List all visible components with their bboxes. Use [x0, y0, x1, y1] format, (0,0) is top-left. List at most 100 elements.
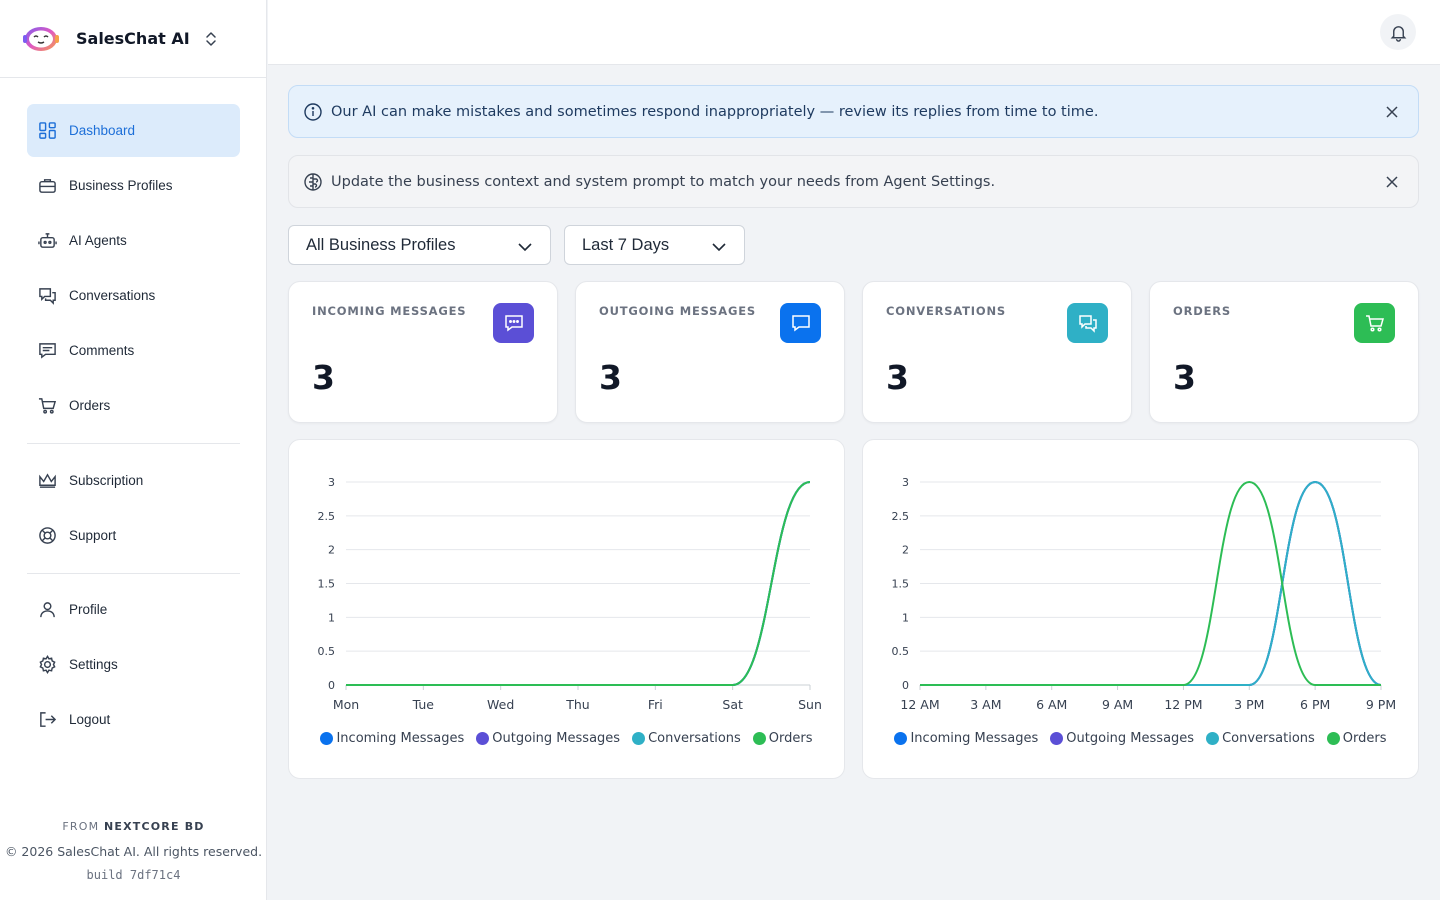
- sidebar-item-orders[interactable]: Orders: [27, 379, 240, 432]
- x-tick-label: Tue: [412, 697, 435, 712]
- x-tick-label: Mon: [333, 697, 359, 712]
- lifebuoy-icon: [39, 527, 56, 544]
- close-icon[interactable]: [1384, 104, 1400, 120]
- logout-icon: [40, 712, 57, 727]
- legend-label: Conversations: [648, 731, 741, 746]
- business-profile-select[interactable]: All Business Profiles: [288, 225, 551, 265]
- x-tick-label: Wed: [487, 697, 514, 712]
- stat-card-outgoing: OUTGOING MESSAGES 3: [575, 281, 845, 423]
- x-tick-label: 6 AM: [1036, 697, 1067, 712]
- y-tick-label: 0.5: [318, 645, 336, 658]
- sidebar: SalesChat AI Dashboard Business Profiles…: [0, 0, 267, 900]
- sidebar-item-business-profiles[interactable]: Business Profiles: [27, 159, 240, 212]
- legend-label: Orders: [1342, 731, 1387, 746]
- message-dots-icon: [504, 315, 523, 332]
- legend-item[interactable]: Conversations: [1206, 731, 1315, 746]
- legend-item[interactable]: Outgoing Messages: [476, 731, 620, 746]
- legend-item[interactable]: Conversations: [632, 731, 741, 746]
- legend-item[interactable]: Outgoing Messages: [1050, 731, 1194, 746]
- brand-name: SalesChat AI: [76, 29, 190, 48]
- legend-swatch: [894, 732, 908, 745]
- x-tick-label: Fri: [648, 697, 663, 712]
- briefcase-icon: [39, 179, 56, 193]
- ai-warning-alert: Our AI can make mistakes and sometimes r…: [288, 85, 1419, 138]
- build-id: build 7df71c4: [86, 868, 181, 882]
- y-tick-label: 2: [902, 544, 909, 557]
- stat-card-incoming: INCOMING MESSAGES 3: [288, 281, 558, 423]
- weekly-line-chart: 0 0.5 1 1.5 2 2.5 3 Mon Tue Wed Thu Fri Sat Sun: [318, 476, 822, 712]
- sidebar-item-conversations[interactable]: Conversations: [27, 269, 240, 322]
- x-tick-label: Sun: [798, 697, 822, 712]
- context-tip-alert: Update the business context and system p…: [288, 155, 1419, 208]
- sidebar-divider: [27, 443, 240, 444]
- select-value: Last 7 Days: [582, 235, 670, 254]
- sidebar-item-ai-agents[interactable]: AI Agents: [27, 214, 240, 267]
- stat-label: ORDERS: [1173, 304, 1231, 318]
- x-tick-label: Thu: [565, 697, 589, 712]
- sidebar-divider: [27, 573, 240, 574]
- y-tick-label: 1.5: [318, 578, 336, 591]
- y-tick-label: 2: [328, 544, 335, 557]
- sidebar-item-settings[interactable]: Settings: [27, 638, 240, 691]
- alert-text: Our AI can make mistakes and sometimes r…: [331, 103, 1099, 120]
- sidebar-item-support[interactable]: Support: [27, 509, 240, 562]
- stat-value: 3: [312, 358, 335, 397]
- chats-icon: [39, 288, 56, 305]
- legend-swatch: [476, 732, 490, 745]
- x-tick-label: 12 AM: [900, 697, 939, 712]
- x-tick-label: 3 PM: [1234, 697, 1264, 712]
- legend-swatch: [752, 732, 766, 745]
- stat-value: 3: [886, 358, 909, 397]
- y-tick-label: 1: [328, 611, 335, 624]
- from-prefix: FROM: [62, 820, 100, 833]
- legend-swatch: [632, 732, 646, 745]
- legend-item[interactable]: Orders: [752, 731, 813, 746]
- from-company: FROM NEXTCORE BD: [0, 820, 267, 833]
- legend-label: Incoming Messages: [336, 731, 465, 746]
- cart-icon: [38, 398, 57, 414]
- y-tick-label: 3: [902, 476, 909, 489]
- info-icon: [304, 102, 322, 121]
- notifications-button[interactable]: [1380, 14, 1416, 50]
- sidebar-item-subscription[interactable]: Subscription: [27, 454, 240, 507]
- sidebar-item-profile[interactable]: Profile: [27, 583, 240, 636]
- legend-item[interactable]: Incoming Messages: [894, 731, 1038, 746]
- crown-icon: [39, 473, 56, 488]
- y-tick-label: 0.5: [892, 645, 910, 658]
- stat-label: CONVERSATIONS: [886, 304, 1006, 318]
- sidebar-item-label: Logout: [69, 712, 111, 727]
- user-icon: [40, 602, 55, 618]
- primary-nav: Dashboard Business Profiles AI Agents Co…: [27, 104, 240, 434]
- x-tick-label: Sat: [722, 697, 743, 712]
- chevron-down-icon: [518, 243, 532, 252]
- chevron-down-icon: [712, 243, 726, 252]
- chevron-up-down-icon[interactable]: [204, 30, 218, 48]
- brain-icon: [304, 172, 322, 191]
- dashboard-icon: [39, 122, 56, 139]
- y-tick-label: 3: [328, 476, 335, 489]
- x-tick-label: 3 AM: [970, 697, 1001, 712]
- legend-item[interactable]: Incoming Messages: [320, 731, 464, 746]
- message-square-icon: [791, 315, 810, 332]
- top-bar: [268, 0, 1440, 65]
- sidebar-item-logout[interactable]: Logout: [27, 693, 240, 746]
- date-range-select[interactable]: Last 7 Days: [564, 225, 745, 265]
- stat-label: OUTGOING MESSAGES: [599, 304, 756, 318]
- stat-value: 3: [599, 358, 622, 397]
- stat-value: 3: [1173, 358, 1196, 397]
- alert-text: Update the business context and system p…: [331, 173, 996, 190]
- robot-logo-icon: [23, 26, 59, 51]
- select-value: All Business Profiles: [306, 235, 456, 254]
- y-tick-label: 1: [902, 611, 909, 624]
- sidebar-item-dashboard[interactable]: Dashboard: [27, 104, 240, 157]
- company-name: NEXTCORE BD: [103, 820, 205, 833]
- comment-icon: [39, 343, 56, 359]
- hourly-chart-card: 0 0.5 1 1.5 2 2.5 3 12 AM 3 AM 6 AM 9 AM 12 PM 3 PM 6…: [862, 439, 1419, 779]
- sidebar-item-comments[interactable]: Comments: [27, 324, 240, 377]
- close-icon[interactable]: [1384, 174, 1400, 190]
- y-tick-label: 2.5: [892, 510, 910, 523]
- bot-icon: [38, 233, 57, 248]
- legend-item[interactable]: Orders: [1326, 731, 1387, 746]
- legend-swatch: [1050, 732, 1064, 745]
- bell-icon: [1390, 25, 1406, 42]
